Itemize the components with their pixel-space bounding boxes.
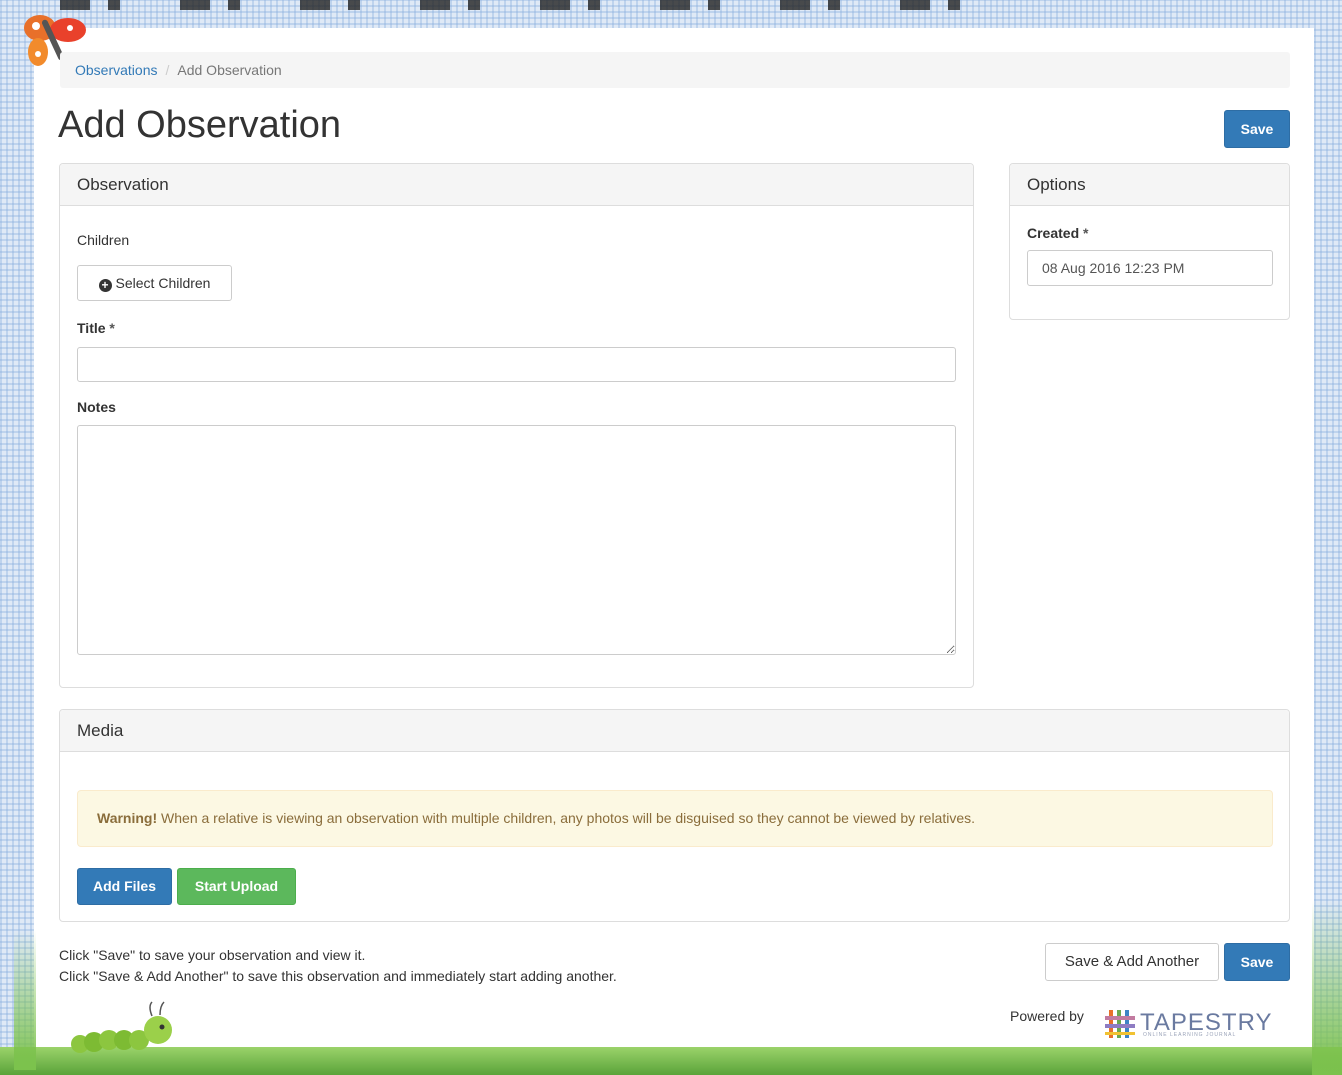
- required-marker: *: [109, 320, 115, 336]
- title-label-text: Title: [77, 320, 106, 336]
- page-title: Add Observation: [58, 104, 342, 146]
- media-panel: Media Warning! When a relative is viewin…: [59, 709, 1290, 922]
- tapestry-brand-sub: ONLINE LEARNING JOURNAL: [1143, 1032, 1237, 1038]
- help-text: Click "Save" to save your observation an…: [59, 945, 617, 987]
- breadcrumb-separator: /: [165, 62, 170, 78]
- breadcrumb-current: Add Observation: [177, 62, 282, 78]
- save-button-bottom[interactable]: Save: [1224, 943, 1290, 981]
- created-label: Created *: [1027, 225, 1088, 241]
- warning-strong: Warning!: [97, 810, 158, 826]
- breadcrumb-link-observations[interactable]: Observations: [75, 62, 157, 78]
- help-text-line-2: Click "Save & Add Another" to save this …: [59, 968, 617, 984]
- title-input[interactable]: [77, 347, 956, 382]
- options-panel: Options Created * 08 Aug 2016 12:23 PM: [1009, 163, 1290, 320]
- start-upload-button[interactable]: Start Upload: [177, 868, 296, 905]
- tapestry-logo-icon: [1105, 1010, 1135, 1038]
- required-marker: *: [1083, 225, 1089, 241]
- children-label: Children: [77, 232, 130, 248]
- plus-circle-icon: +: [98, 279, 112, 292]
- caterpillar-icon: [71, 1001, 172, 1053]
- warning-alert: Warning! When a relative is viewing an o…: [77, 790, 1273, 847]
- header-decoration: [60, 0, 960, 10]
- select-children-label: Select Children: [115, 275, 211, 291]
- notes-textarea[interactable]: [77, 425, 956, 655]
- notes-label: Notes: [77, 399, 116, 415]
- grass-right-decoration: [1312, 900, 1342, 1075]
- media-panel-heading: Media: [60, 710, 1289, 752]
- created-label-text: Created: [1027, 225, 1080, 241]
- warning-text: When a relative is viewing an observatio…: [157, 810, 976, 826]
- grass-left-decoration: [14, 930, 36, 1070]
- powered-by-text: Powered by: [1010, 1008, 1084, 1024]
- created-date-input[interactable]: 08 Aug 2016 12:23 PM: [1027, 250, 1273, 286]
- observation-panel-heading: Observation: [60, 164, 973, 206]
- help-text-line-1: Click "Save" to save your observation an…: [59, 947, 366, 963]
- select-children-button[interactable]: + Select Children: [77, 265, 232, 301]
- options-panel-heading: Options: [1010, 164, 1289, 206]
- add-files-button[interactable]: Add Files: [77, 868, 172, 905]
- save-button-top[interactable]: Save: [1224, 110, 1290, 148]
- title-label: Title *: [77, 320, 115, 336]
- save-add-another-button[interactable]: Save & Add Another: [1045, 943, 1219, 981]
- observation-panel: Observation Children + Select Children Ti…: [59, 163, 974, 688]
- breadcrumb: Observations / Add Observation: [60, 52, 1290, 88]
- grass-decoration: [0, 1047, 1342, 1075]
